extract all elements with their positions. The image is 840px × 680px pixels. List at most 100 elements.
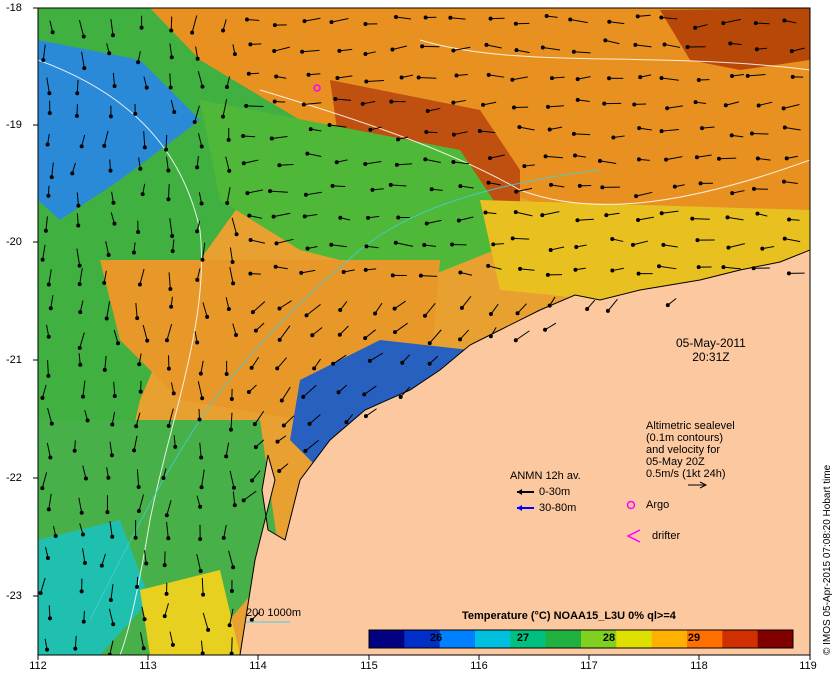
- velocity-arrow-head: [632, 102, 637, 107]
- velocity-arrow-head: [789, 49, 794, 54]
- velocity-arrow-head: [700, 126, 705, 131]
- velocity-arrow-head: [396, 215, 401, 220]
- velocity-arrow-head: [698, 181, 703, 186]
- velocity-arrow-head: [195, 165, 200, 170]
- velocity-arrow-head: [304, 313, 309, 318]
- velocity-arrow-head: [79, 589, 84, 594]
- velocity-arrow-head: [373, 311, 378, 316]
- velocity-arrow-head: [638, 75, 643, 80]
- velocity-arrow-head: [364, 244, 369, 249]
- velocity-arrow-head: [79, 510, 84, 515]
- velocity-arrow-head: [454, 73, 459, 78]
- velocity-arrow-head: [273, 264, 278, 269]
- velocity-arrow-head: [664, 157, 669, 162]
- velocity-arrow-head: [232, 503, 237, 508]
- velocity-arrow-head: [728, 41, 733, 46]
- x-tick-label: 118: [690, 660, 708, 672]
- velocity-arrow-head: [400, 360, 405, 365]
- velocity-arrow-head: [166, 536, 171, 541]
- velocity-arrow-head: [307, 421, 312, 426]
- velocity-arrow-head: [169, 304, 174, 309]
- velocity-arrow-head: [363, 162, 368, 167]
- velocity-arrow-head: [730, 191, 735, 196]
- velocity-arrow-head: [659, 76, 664, 81]
- velocity-arrow-head: [574, 245, 579, 250]
- velocity-arrow-head: [205, 314, 210, 319]
- velocity-arrow-head: [38, 590, 43, 595]
- velocity-arrow-head: [568, 17, 573, 22]
- velocity-arrow: [755, 22, 770, 25]
- velocity-arrow-head: [141, 646, 146, 651]
- velocity-arrow-head: [782, 236, 787, 241]
- velocity-arrow-head: [241, 161, 246, 166]
- velocity-arrow-head: [162, 614, 167, 619]
- velocity-arrow-head: [725, 215, 730, 220]
- velocity-arrow-head: [422, 313, 427, 318]
- velocity-arrow-head: [99, 563, 104, 568]
- velocity-arrow-head: [247, 213, 252, 218]
- velocity-arrow-head: [602, 101, 607, 106]
- velocity-arrow-head: [636, 157, 641, 162]
- velocity-arrow-head: [393, 15, 398, 20]
- velocity-arrow-head: [164, 338, 169, 343]
- velocity-arrow-head: [790, 74, 795, 79]
- colorbar-segment: [545, 630, 582, 648]
- velocity-arrow: [692, 218, 710, 220]
- velocity-arrow-head: [301, 102, 306, 107]
- velocity-arrow-head: [47, 111, 52, 116]
- velocity-arrow-head: [546, 104, 551, 109]
- colorbar-segment: [439, 630, 476, 648]
- velocity-arrow-head: [102, 367, 107, 372]
- velocity-arrow-head: [396, 137, 401, 142]
- velocity-arrow-head: [166, 197, 171, 202]
- colorbar-segment: [757, 630, 794, 648]
- velocity-arrow-head: [252, 422, 257, 427]
- velocity-arrow-head: [782, 125, 787, 130]
- velocity-arrow-head: [483, 210, 488, 215]
- velocity-arrow-head: [363, 414, 368, 419]
- velocity-arrow-head: [135, 584, 140, 589]
- anmn-30-80-label: 30-80m: [539, 502, 577, 514]
- velocity-arrow-head: [549, 76, 554, 81]
- velocity-arrow-head: [786, 271, 791, 276]
- velocity-arrow-head: [168, 85, 173, 90]
- velocity-arrow-head: [723, 103, 728, 108]
- velocity-arrow-head: [693, 100, 698, 105]
- velocity-arrow-head: [510, 236, 515, 241]
- velocity-arrow-head: [338, 215, 343, 220]
- velocity-arrow-head: [695, 238, 700, 243]
- velocity-arrow-head: [137, 282, 142, 287]
- x-tick-label: 115: [360, 660, 378, 672]
- velocity-arrow-head: [424, 130, 429, 135]
- velocity-arrow-head: [48, 306, 53, 311]
- velocity-arrow-head: [77, 263, 82, 268]
- y-tick-label: -21: [6, 354, 22, 366]
- velocity-arrow-head: [337, 332, 342, 337]
- velocity-arrow-head: [241, 134, 246, 139]
- velocity-arrow-head: [424, 221, 429, 226]
- velocity-arrow-head: [105, 510, 110, 515]
- velocity-arrow-head: [269, 136, 274, 141]
- velocity-arrow-head: [169, 55, 174, 60]
- velocity-arrow-head: [168, 286, 173, 291]
- velocity-arrow-head: [108, 114, 113, 119]
- velocity-arrow-head: [661, 242, 666, 247]
- velocity-arrow-head: [305, 151, 310, 156]
- velocity-arrow-head: [277, 337, 282, 342]
- velocity-arrow-head: [108, 168, 113, 173]
- velocity-arrow-head: [547, 127, 552, 132]
- velocity-arrow-head: [515, 311, 520, 316]
- velocity-arrow-head: [228, 427, 233, 432]
- velocity-arrow-head: [110, 534, 115, 539]
- velocity-arrow-head: [49, 421, 54, 426]
- velocity-arrow-head: [107, 51, 112, 56]
- velocity-arrow-head: [637, 126, 642, 131]
- velocity-arrow-head: [368, 127, 373, 132]
- velocity-arrow-head: [423, 15, 428, 20]
- velocity-arrow-head: [488, 16, 493, 21]
- velocity-arrow-head: [575, 77, 580, 82]
- velocity-arrow-head: [451, 100, 456, 105]
- velocity-arrow-head: [330, 183, 335, 188]
- altimetric-line: (0.1m contours): [646, 432, 724, 444]
- velocity-arrow-head: [166, 168, 171, 173]
